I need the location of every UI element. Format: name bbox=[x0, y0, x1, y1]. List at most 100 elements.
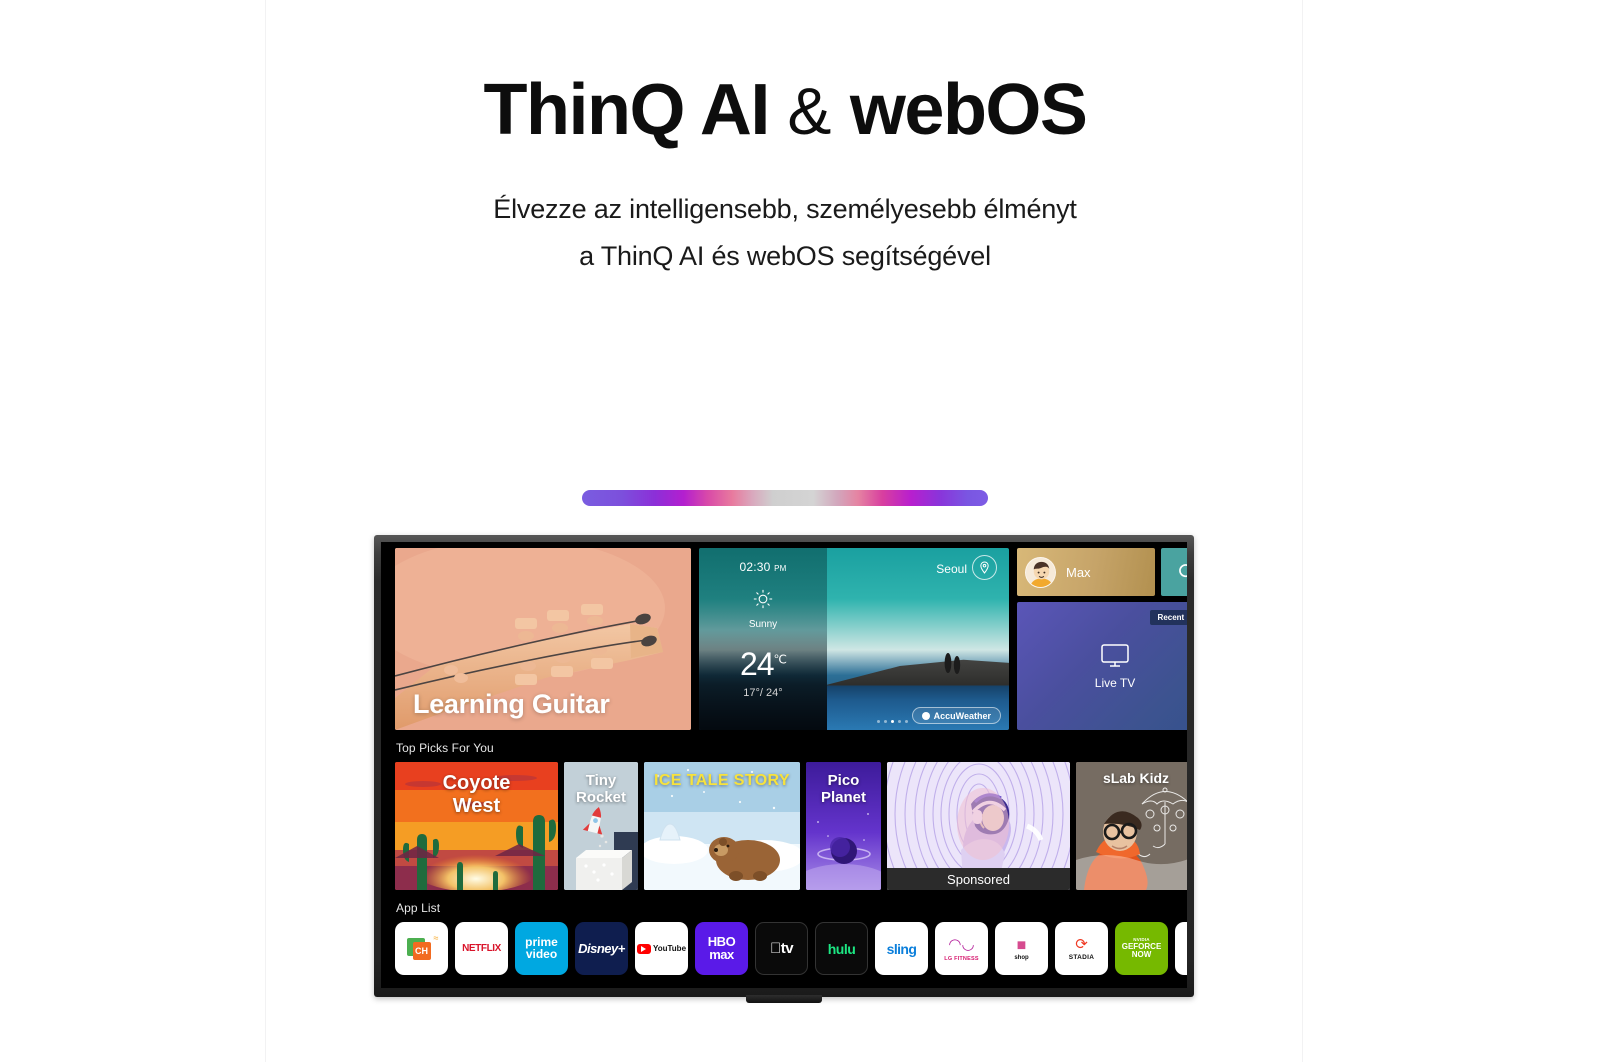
tv-device: Learning Guitar 02:30 PM Sunny 24℃ 17°/ … bbox=[374, 535, 1194, 1003]
youtube-app-icon[interactable]: YouTube bbox=[635, 922, 688, 975]
disney-plus-app-icon[interactable]: Disney+ bbox=[575, 922, 628, 975]
pick-card-tiny-rocket[interactable]: Tiny Rocket bbox=[564, 762, 638, 890]
tv-stand-foot bbox=[746, 995, 822, 1003]
app-list-row: CH ≈ NETFLIX prime video Disney+ YouTube… bbox=[395, 922, 1187, 975]
stadia-logo-mark: ⟳ STADIA bbox=[1069, 936, 1095, 961]
netflix-app-icon[interactable]: NETFLIX bbox=[455, 922, 508, 975]
tv-screen: Learning Guitar 02:30 PM Sunny 24℃ 17°/ … bbox=[381, 542, 1187, 988]
apple-tv-text: tv bbox=[775, 940, 794, 957]
right-column: Max Recent Input bbox=[1017, 548, 1187, 730]
page-dot[interactable] bbox=[884, 720, 887, 723]
page-dot[interactable] bbox=[877, 720, 880, 723]
pick-card-sponsored[interactable]: Sponsored bbox=[887, 762, 1070, 890]
weather-info-panel: 02:30 PM Sunny 24℃ 17°/ 24° bbox=[699, 548, 827, 730]
app-icon-partial[interactable] bbox=[1175, 922, 1187, 975]
stadia-label: STADIA bbox=[1068, 954, 1095, 961]
weather-time-value: 02:30 bbox=[739, 560, 771, 574]
sponsored-overlay-label: Sponsored bbox=[887, 868, 1070, 890]
recent-input-badge: Recent Input bbox=[1149, 610, 1187, 625]
profile-tile[interactable]: Max bbox=[1017, 548, 1155, 596]
apple-tv-app-icon[interactable]: tv bbox=[755, 922, 808, 975]
pick-card-title: sLab Kidz bbox=[1102, 770, 1170, 786]
headline-part2: webOS bbox=[849, 70, 1088, 150]
pick-card-title: Tiny Rocket bbox=[564, 772, 638, 807]
hero-card-learning-guitar[interactable]: Learning Guitar bbox=[395, 548, 691, 730]
weather-page-dots[interactable] bbox=[877, 720, 908, 723]
subtitle-line-2: a ThinQ AI és webOS segítségével bbox=[579, 240, 991, 271]
page-subtitle: Élvezze az intelligensebb, személyesebb … bbox=[266, 186, 1304, 280]
pick-title-line1: Pico bbox=[827, 772, 860, 789]
hulu-label: hulu bbox=[827, 940, 856, 957]
weather-range: 17°/ 24° bbox=[743, 687, 783, 699]
geforce-line2: NOW bbox=[1131, 949, 1152, 959]
top-row: Learning Guitar 02:30 PM Sunny 24℃ 17°/ … bbox=[395, 548, 1187, 730]
disney-label: Disney+ bbox=[578, 941, 625, 956]
trees-icon bbox=[944, 653, 961, 674]
youtube-logo-mark: YouTube bbox=[636, 943, 687, 954]
prime-video-app-icon[interactable]: prime video bbox=[515, 922, 568, 975]
channels-logo-mark: CH ≈ bbox=[406, 932, 439, 964]
pick-title-line2: West bbox=[452, 795, 501, 818]
hulu-app-icon[interactable]: hulu bbox=[815, 922, 868, 975]
weather-card[interactable]: 02:30 PM Sunny 24℃ 17°/ 24° Seoul AccuWe… bbox=[699, 548, 1009, 730]
subtitle-line-1: Élvezze az intelligensebb, személyesebb … bbox=[493, 194, 1077, 224]
play-triangle-icon bbox=[636, 943, 651, 954]
page-dot[interactable] bbox=[898, 720, 901, 723]
tv-bezel: Learning Guitar 02:30 PM Sunny 24℃ 17°/ … bbox=[374, 535, 1194, 997]
weather-condition: Sunny bbox=[748, 619, 778, 630]
weather-time: 02:30 PM bbox=[699, 560, 827, 574]
shop-logo-mark: ■ shop bbox=[1014, 937, 1028, 961]
lg-fitness-label: LG FITNESS bbox=[944, 955, 979, 962]
sling-app-icon[interactable]: sling bbox=[875, 922, 928, 975]
gradient-accent-bar bbox=[582, 490, 988, 506]
accuweather-badge[interactable]: AccuWeather bbox=[911, 707, 1001, 724]
section-label-frequently-watched: Frequently Watched Channel bbox=[396, 987, 1187, 988]
headline-ampersand: & bbox=[787, 74, 832, 148]
channels-orange-square: CH bbox=[412, 941, 431, 960]
weather-temperature: 24℃ bbox=[699, 646, 827, 683]
hbo-line2: max bbox=[709, 946, 734, 962]
headline-part1: ThinQ AI bbox=[483, 70, 771, 150]
wifi-wave-icon: ≈ bbox=[433, 932, 439, 943]
lg-fitness-app-icon[interactable]: ◠◡ LG FITNESS bbox=[935, 922, 988, 975]
hbo-max-label: HBO max bbox=[708, 935, 736, 962]
pick-title-line2: Planet bbox=[820, 789, 866, 807]
geforce-now-app-icon[interactable]: NVIDIA GEFORCE NOW bbox=[1115, 922, 1168, 975]
location-pin-icon[interactable] bbox=[972, 555, 997, 580]
profile-search-row: Max bbox=[1017, 548, 1187, 596]
shopping-bag-icon: ■ bbox=[1016, 936, 1027, 954]
search-button[interactable] bbox=[1161, 548, 1187, 596]
pick-card-lab-kidz[interactable]: sLab Kidz bbox=[1076, 762, 1187, 890]
hero-card-title: Learning Guitar bbox=[413, 689, 610, 719]
pick-card-title: Pico Planet bbox=[806, 772, 881, 807]
shop-label: shop bbox=[1014, 954, 1029, 961]
channels-app-icon[interactable]: CH ≈ bbox=[395, 922, 448, 975]
shop-app-icon[interactable]: ■ shop bbox=[995, 922, 1048, 975]
weather-temp-value: 24 bbox=[739, 646, 775, 682]
section-label-app-list: App List bbox=[396, 901, 441, 915]
search-icon bbox=[1179, 564, 1187, 578]
live-tv-label: Live TV bbox=[1094, 675, 1136, 690]
page-title: ThinQ AI & webOS bbox=[266, 70, 1304, 150]
youtube-label: YouTube bbox=[652, 944, 687, 953]
pick-title-line1: Tiny bbox=[585, 772, 617, 789]
stadia-app-icon[interactable]: ⟳ STADIA bbox=[1055, 922, 1108, 975]
pick-card-coyote-west[interactable]: Coyote West bbox=[395, 762, 558, 890]
dumbbell-icon: ◠◡ bbox=[948, 935, 975, 953]
page-dot[interactable] bbox=[905, 720, 908, 723]
sling-label: sling bbox=[886, 940, 917, 957]
weather-city: Seoul bbox=[936, 562, 967, 576]
apple-tv-label: tv bbox=[770, 940, 794, 957]
section-label-top-picks: Top Picks For You bbox=[396, 741, 494, 755]
pick-card-pico-planet[interactable]: Pico Planet bbox=[806, 762, 881, 890]
page-dot-active[interactable] bbox=[891, 720, 894, 723]
pick-card-ice-tale-story[interactable]: ICE TALE STORY bbox=[644, 762, 800, 890]
profile-name: Max bbox=[1066, 564, 1091, 580]
tv-monitor-icon bbox=[1101, 643, 1129, 667]
hbo-max-app-icon[interactable]: HBO max bbox=[695, 922, 748, 975]
user-avatar-icon bbox=[1025, 556, 1056, 588]
weather-time-ampm: PM bbox=[774, 564, 787, 573]
netflix-label: NETFLIX bbox=[462, 943, 501, 954]
live-tv-tile[interactable]: Recent Input Live TV bbox=[1017, 602, 1187, 730]
content-frame: ThinQ AI & webOS Élvezze az intelligense… bbox=[265, 0, 1303, 1062]
